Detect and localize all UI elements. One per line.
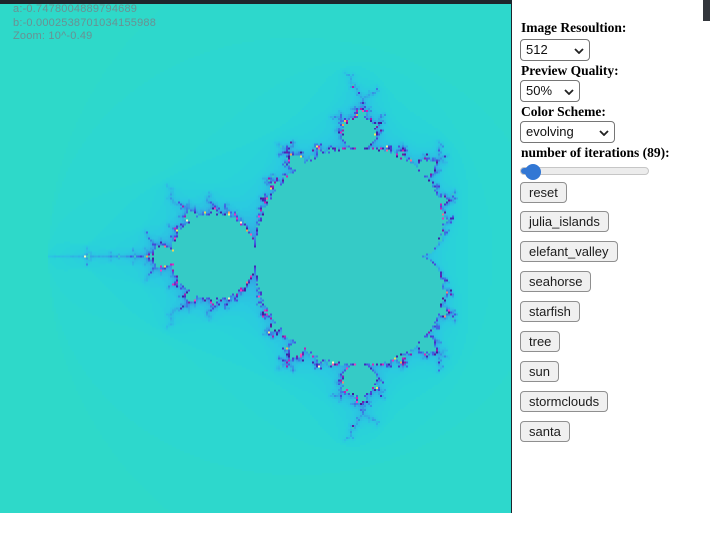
chevron-down-icon: [599, 130, 609, 136]
preset-sun-button[interactable]: sun: [520, 361, 559, 382]
iterations-slider[interactable]: [520, 163, 649, 180]
window-scrollbar-artifact: [703, 0, 710, 21]
coordinates-overlay: a:-0.7478004889794689 b:-0.0002538701034…: [13, 3, 156, 44]
fractal-viewport: a:-0.7478004889794689 b:-0.0002538701034…: [0, 0, 512, 513]
resolution-select[interactable]: 512: [520, 39, 590, 61]
mandelbrot-canvas[interactable]: [0, 0, 512, 513]
resolution-select-value: 512: [526, 42, 548, 57]
preset-julia-islands-button[interactable]: julia_islands: [520, 211, 609, 232]
preset-tree-button[interactable]: tree: [520, 331, 560, 352]
zoom-readout: Zoom: 10^-0.49: [13, 30, 156, 44]
resolution-label: Image Resoultion:: [521, 20, 626, 36]
color-scheme-select[interactable]: evolving: [520, 121, 615, 143]
canvas-right-edge-artifact: [511, 0, 513, 513]
color-scheme-select-value: evolving: [526, 124, 574, 139]
reset-button[interactable]: reset: [520, 182, 567, 203]
preview-quality-select[interactable]: 50%: [520, 80, 580, 102]
preset-stormclouds-button[interactable]: stormclouds: [520, 391, 608, 412]
slider-thumb[interactable]: [525, 164, 541, 180]
preview-quality-label: Preview Quality:: [521, 63, 619, 79]
chevron-down-icon: [564, 89, 574, 95]
coordinate-b-readout: b:-0.0002538701034155988: [13, 17, 156, 31]
iterations-label: number of iterations (89):: [521, 145, 670, 161]
preset-elefant-valley-button[interactable]: elefant_valley: [520, 241, 618, 262]
chevron-down-icon: [574, 48, 584, 54]
coordinate-a-readout: a:-0.7478004889794689: [13, 3, 156, 17]
preset-seahorse-button[interactable]: seahorse: [520, 271, 591, 292]
preview-quality-select-value: 50%: [526, 83, 552, 98]
controls-panel: Image Resoultion: 512 Preview Quality: 5…: [520, 0, 710, 550]
preset-santa-button[interactable]: santa: [520, 421, 570, 442]
canvas-top-edge-artifact: [0, 0, 512, 4]
color-scheme-label: Color Scheme:: [521, 104, 606, 120]
preset-starfish-button[interactable]: starfish: [520, 301, 580, 322]
